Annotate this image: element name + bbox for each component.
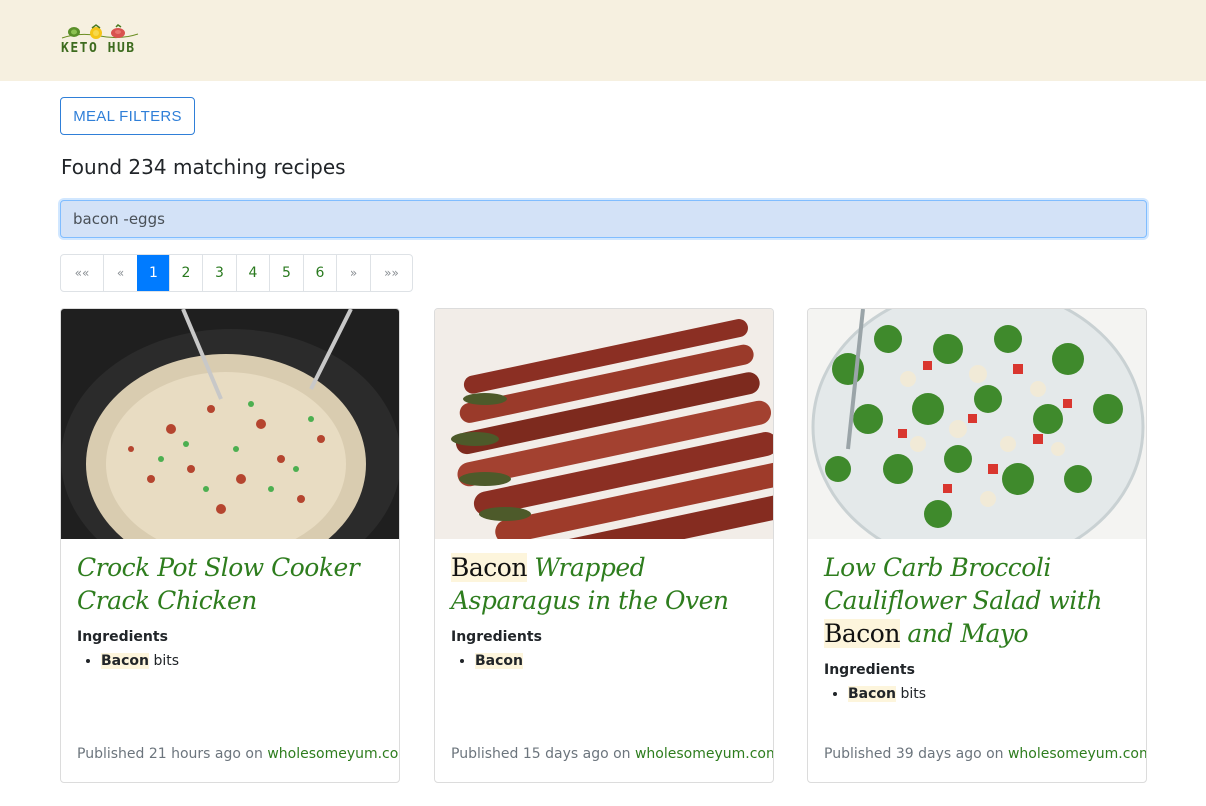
veggie-logo-icon: [61, 24, 139, 39]
page-last-button[interactable]: »»: [370, 255, 412, 291]
page-prev-button[interactable]: «: [103, 255, 137, 291]
published-info: Published 15 days ago on wholesomeyum.co…: [451, 746, 773, 762]
ingredients-list: Bacon: [451, 651, 524, 671]
broccoli-salad-photo[interactable]: [808, 309, 1146, 539]
ingredients-heading: Ingredients: [77, 629, 168, 645]
meal-filters-button[interactable]: MEAL FILTERS: [60, 97, 195, 135]
source-link[interactable]: wholesomeyum.com: [635, 746, 773, 762]
search-highlight: Bacon: [451, 553, 527, 582]
recipe-card[interactable]: Bacon Wrapped Asparagus in the Oven Ingr…: [434, 308, 774, 783]
list-item: Bacon bits: [101, 651, 179, 671]
page-5-button[interactable]: 5: [269, 255, 303, 291]
page-next-button[interactable]: »: [336, 255, 370, 291]
search-highlight: Bacon: [824, 619, 900, 648]
page-4-button[interactable]: 4: [236, 255, 269, 291]
page-first-button[interactable]: ««: [61, 255, 103, 291]
list-item: Bacon: [475, 651, 524, 671]
pagination: «« « 1 2 3 4 5 6 » »»: [60, 254, 413, 292]
recipe-title[interactable]: Crock Pot Slow Cooker Crack Chicken: [77, 551, 387, 617]
ingredients-heading: Ingredients: [824, 662, 915, 678]
ingredients-heading: Ingredients: [451, 629, 542, 645]
ingredients-list: Bacon bits: [824, 684, 926, 704]
list-item: Bacon bits: [848, 684, 926, 704]
bacon-asparagus-photo[interactable]: [435, 309, 773, 539]
page-3-button[interactable]: 3: [202, 255, 236, 291]
recipe-title[interactable]: Low Carb Broccoli Cauliflower Salad with…: [824, 551, 1134, 650]
slow-cooker-chicken-photo[interactable]: [61, 309, 399, 539]
logo[interactable]: KETO HUB: [60, 24, 140, 60]
recipe-title[interactable]: Bacon Wrapped Asparagus in the Oven: [451, 551, 761, 617]
navbar: KETO HUB: [0, 0, 1206, 81]
recipe-card[interactable]: Low Carb Broccoli Cauliflower Salad with…: [807, 308, 1147, 783]
published-info: Published 21 hours ago on wholesomeyum.c…: [77, 746, 399, 762]
page-6-button[interactable]: 6: [303, 255, 336, 291]
published-info: Published 39 days ago on wholesomeyum.co…: [824, 746, 1146, 762]
page-2-button[interactable]: 2: [169, 255, 202, 291]
search-input[interactable]: [60, 200, 1147, 238]
page-1-button[interactable]: 1: [137, 255, 169, 291]
source-link[interactable]: wholesomeyum.com: [1008, 746, 1146, 762]
source-link[interactable]: wholesomeyum.com: [267, 746, 399, 762]
logo-text: KETO HUB: [61, 41, 136, 56]
recipe-card[interactable]: Crock Pot Slow Cooker Crack Chicken Ingr…: [60, 308, 400, 783]
results-count: Found 234 matching recipes: [61, 155, 346, 179]
ingredients-list: Bacon bits: [77, 651, 179, 671]
